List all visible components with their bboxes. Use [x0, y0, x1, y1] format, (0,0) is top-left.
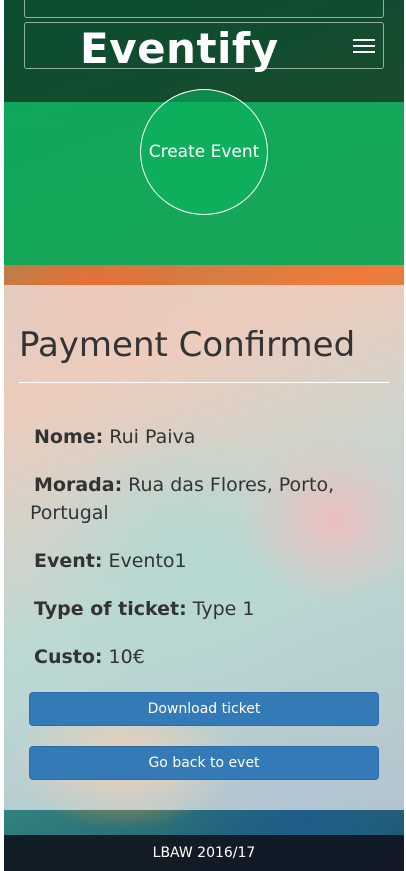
field-ticket-type: Type of ticket: Type 1	[30, 595, 380, 623]
field-event: Event: Evento1	[30, 547, 380, 575]
title-divider	[19, 382, 389, 383]
download-ticket-button[interactable]: Download ticket	[29, 692, 379, 726]
menu-line	[353, 39, 375, 41]
field-value: Evento1	[108, 550, 187, 572]
field-value: Type 1	[192, 598, 255, 620]
footer: LBAW 2016/17	[4, 835, 404, 871]
go-back-button[interactable]: Go back to evet	[29, 746, 379, 780]
menu-line	[353, 51, 375, 53]
field-label: Type of ticket:	[34, 598, 187, 620]
field-custo: Custo: 10€	[30, 643, 380, 671]
menu-line	[353, 45, 375, 47]
top-bar-outline	[24, 0, 384, 18]
hero-section: Eventify Create Event	[4, 0, 404, 265]
footer-text: LBAW 2016/17	[152, 845, 256, 861]
field-label: Event:	[34, 550, 103, 572]
field-label: Custo:	[34, 646, 103, 668]
brand-logo[interactable]: Eventify	[80, 25, 279, 73]
page-background: Eventify Create Event Payment Confirmed …	[4, 0, 404, 871]
field-label: Morada:	[34, 474, 123, 496]
payment-panel: Payment Confirmed Nome: Rui Paiva Morada:…	[4, 285, 404, 810]
field-value: Rui Paiva	[109, 426, 196, 448]
field-label: Nome:	[34, 426, 104, 448]
field-value: 10€	[108, 646, 145, 668]
field-morada: Morada: Rua das Flores, Porto, Portugal	[30, 471, 380, 527]
page-title: Payment Confirmed	[19, 325, 356, 365]
create-event-button[interactable]: Create Event	[140, 89, 268, 215]
navbar: Eventify	[24, 22, 384, 73]
hamburger-menu-icon[interactable]	[351, 37, 377, 57]
field-nome: Nome: Rui Paiva	[30, 423, 380, 451]
